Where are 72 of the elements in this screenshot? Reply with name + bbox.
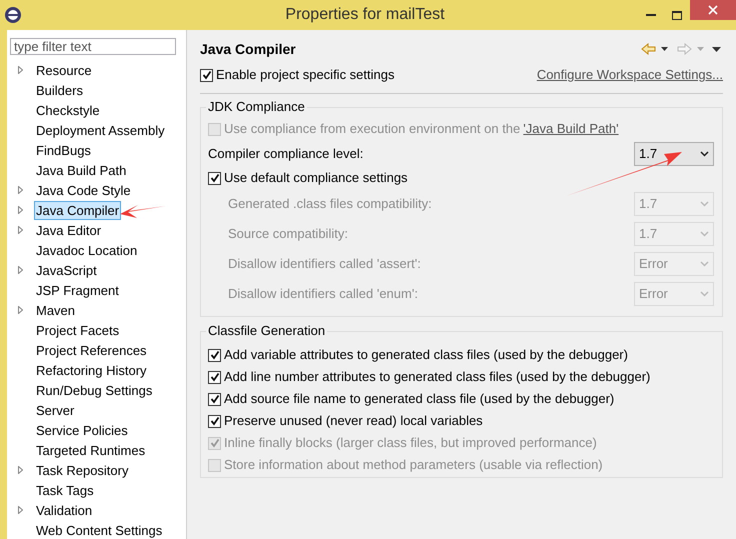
expand-triangle-icon[interactable]: [18, 466, 23, 474]
checkbox[interactable]: [208, 414, 221, 428]
field-label: Generated .class files compatibility:: [228, 195, 432, 214]
expand-triangle-icon[interactable]: [18, 266, 23, 274]
chevron-icon: [700, 231, 709, 237]
expand-triangle-icon[interactable]: [18, 186, 23, 194]
sidebar-item[interactable]: JavaScript: [34, 260, 99, 280]
checkbox[interactable]: [208, 172, 221, 184]
sidebar-item[interactable]: Javadoc Location: [34, 240, 140, 260]
configure-link[interactable]: Configure Workspace Settings...: [536, 65, 723, 85]
dropdown[interactable]: 1.7: [634, 142, 714, 166]
expand-triangle-icon[interactable]: [18, 306, 23, 314]
chevron-icon: [700, 151, 709, 157]
dropdown-caret-icon[interactable]: [661, 47, 668, 51]
page-title: Java Compiler: [200, 40, 296, 59]
sidebar-item[interactable]: Builders: [34, 80, 85, 100]
sidebar-item[interactable]: FindBugs: [34, 140, 93, 160]
expand-triangle-icon[interactable]: [18, 506, 23, 514]
checkbox[interactable]: [200, 68, 213, 82]
sidebar-item[interactable]: JSP Fragment: [34, 280, 121, 300]
field-label: Source compatibility:: [228, 225, 348, 244]
sidebar-item[interactable]: Checkstyle: [34, 100, 102, 120]
field-label: Compiler compliance level:: [208, 145, 364, 164]
field-label: Disallow identifiers called 'enum':: [228, 285, 418, 304]
sidebar-item[interactable]: Project Facets: [34, 320, 122, 340]
expand-triangle-icon[interactable]: [18, 226, 23, 234]
checkbox-label: Add line number attributes to generated class files (used by the debugger): [224, 368, 650, 386]
checkbox[interactable]: [208, 370, 221, 384]
checkbox-label: Use compliance from execution environment on the: [224, 120, 520, 138]
sidebar-item[interactable]: Maven: [34, 300, 78, 320]
sidebar-item[interactable]: Java Build Path: [34, 160, 128, 180]
checkbox-label: Add variable attributes to generated class files (used by the debugger): [224, 346, 628, 364]
sidebar-item[interactable]: Run/Debug Settings: [34, 380, 154, 400]
sidebar-item[interactable]: Targeted Runtimes: [34, 440, 148, 460]
checkbox[interactable]: [208, 392, 221, 406]
sidebar-item[interactable]: Project References: [34, 340, 149, 360]
sidebar-item[interactable]: Java Compiler: [34, 200, 122, 220]
chevron-icon: [700, 201, 709, 207]
annotation-arrow: [120, 205, 166, 218]
close-button[interactable]: [690, 0, 736, 20]
sidebar-item[interactable]: Web Content Settings: [34, 520, 164, 539]
chevron-icon: [700, 261, 709, 267]
checkbox-label: Use default compliance settings: [224, 169, 408, 188]
expand-triangle-icon[interactable]: [18, 206, 23, 214]
close-icon: [708, 5, 718, 15]
sidebar-item[interactable]: Resource: [34, 60, 94, 80]
sidebar-item[interactable]: Deployment Assembly: [34, 120, 167, 140]
minimize-icon: [646, 14, 656, 16]
sidebar-item[interactable]: Task Tags: [34, 480, 96, 500]
checkbox-label: Add source file name to generated class file (used by the debugger): [224, 390, 614, 408]
maximize-icon: [672, 10, 682, 20]
sidebar-item[interactable]: Service Policies: [34, 420, 130, 440]
sidebar-item[interactable]: Validation: [34, 500, 94, 520]
chevron-icon: [700, 291, 709, 297]
app-icon: [4, 6, 22, 24]
back-arrow-icon[interactable]: [641, 43, 656, 55]
window-title: Properties for mailTest: [284, 5, 445, 25]
expand-triangle-icon[interactable]: [18, 66, 23, 74]
filter-field[interactable]: type filter text: [10, 38, 176, 55]
sidebar-item[interactable]: Task Repository: [34, 460, 130, 480]
checkbox-label: Enable project specific settings: [216, 66, 394, 84]
checkbox-label: Preserve unused (never read) local variables: [224, 412, 483, 430]
sidebar-item[interactable]: Java Editor: [34, 220, 104, 240]
checkbox[interactable]: [208, 348, 221, 362]
field-label: Disallow identifiers called 'assert':: [228, 255, 421, 274]
sidebar-item[interactable]: Server: [34, 400, 76, 420]
sidebar-item[interactable]: Refactoring History: [34, 360, 149, 380]
checkbox-label: Store information about method parameters (usable via reflection): [224, 456, 603, 474]
sidebar-item[interactable]: Java Code Style: [34, 180, 133, 200]
group-title: JDK Compliance: [206, 99, 307, 115]
checkbox-label: Inline finally blocks (larger class files, but improved performance): [224, 434, 597, 452]
view-menu-icon[interactable]: [712, 46, 721, 52]
